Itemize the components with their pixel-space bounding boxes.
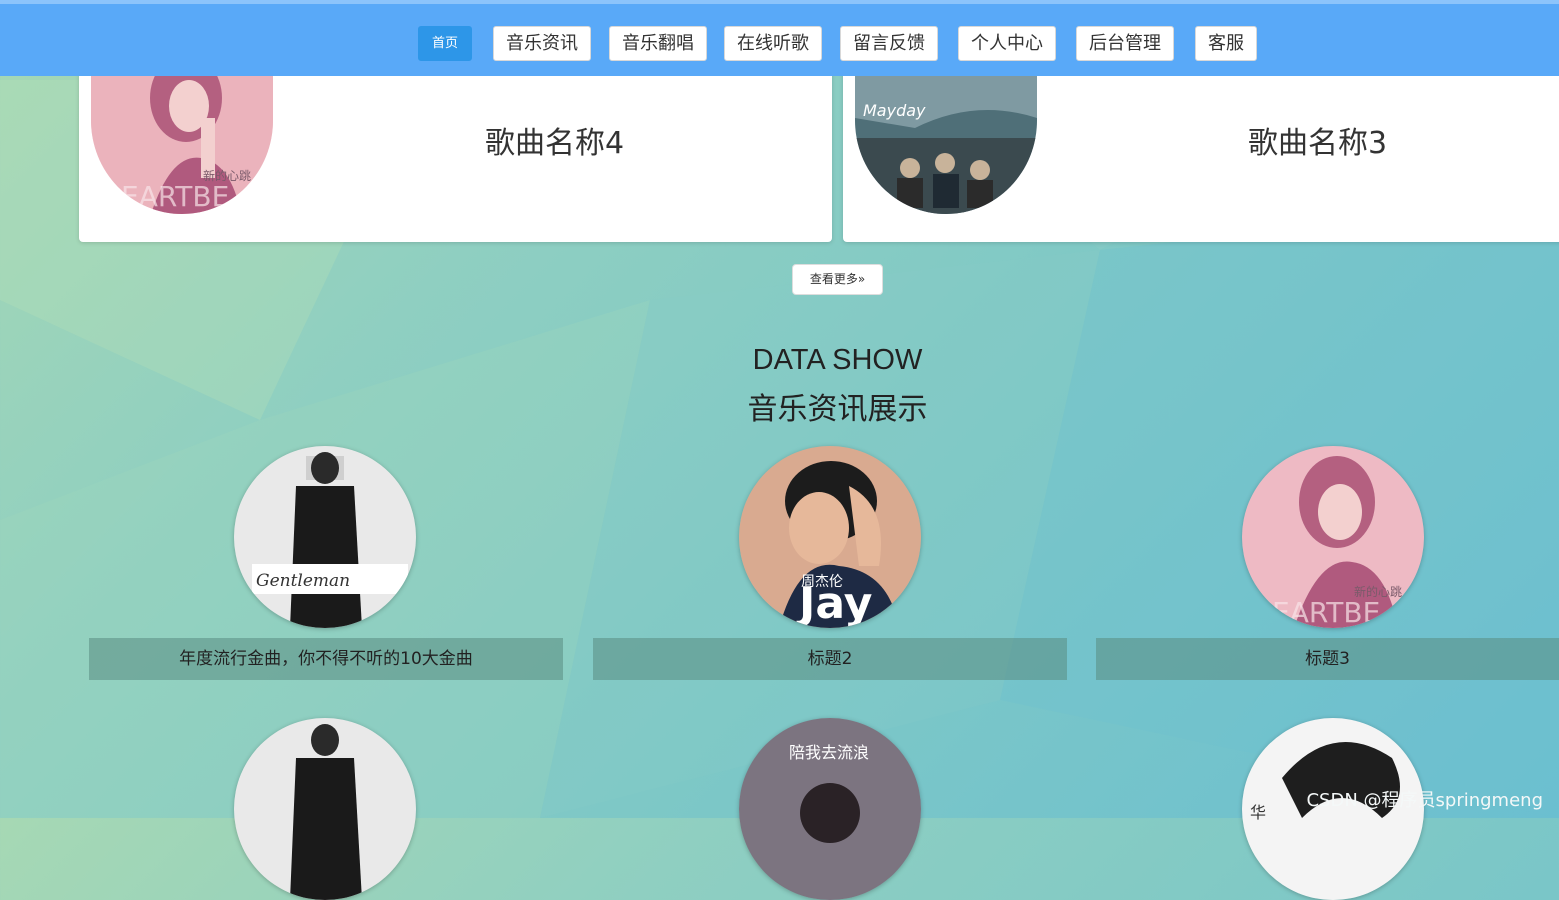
nav-menu: 首页 音乐资讯 音乐翻唱 在线听歌 留言反馈 个人中心 后台管理 客服 bbox=[0, 4, 1559, 80]
cover-letters: EARTBE bbox=[121, 180, 229, 213]
song-card[interactable]: 新的心跳 EARTBE 歌曲名称4 bbox=[79, 58, 832, 242]
cover-caption: 陪我去流浪 bbox=[789, 743, 869, 762]
nav-online-listen[interactable]: 在线听歌 bbox=[724, 26, 822, 61]
song-cover: Mayday bbox=[855, 58, 1037, 214]
news-cover[interactable]: Gentleman bbox=[234, 446, 416, 628]
news-caption[interactable]: 标题2 bbox=[593, 638, 1067, 680]
nav-customer-service[interactable]: 客服 bbox=[1195, 26, 1257, 61]
song-title[interactable]: 歌曲名称4 bbox=[485, 118, 624, 162]
top-navigation-bar: 首页 音乐资讯 音乐翻唱 在线听歌 留言反馈 个人中心 后台管理 客服 bbox=[0, 0, 1559, 76]
news-cover[interactable]: Jay 周杰伦 bbox=[739, 446, 921, 628]
news-cover[interactable] bbox=[234, 718, 416, 900]
song-card[interactable]: Mayday 歌曲名称3 bbox=[843, 58, 1559, 242]
view-more-button[interactable]: 查看更多» bbox=[792, 264, 883, 295]
watermark: CSDN @程序员springmeng bbox=[1306, 790, 1543, 811]
song-title[interactable]: 歌曲名称3 bbox=[1248, 118, 1387, 162]
nav-home[interactable]: 首页 bbox=[418, 26, 472, 61]
news-caption[interactable]: 年度流行金曲，你不得不听的10大金曲 bbox=[89, 638, 563, 680]
section-title-en: DATA SHOW bbox=[752, 344, 923, 376]
nav-music-cover[interactable]: 音乐翻唱 bbox=[609, 26, 707, 61]
section-title-cn: 音乐资讯展示 bbox=[747, 392, 928, 427]
cover-caption: Mayday bbox=[863, 101, 926, 120]
cover-caption: Gentleman bbox=[256, 571, 350, 591]
cover-caption: 华 bbox=[1250, 803, 1266, 822]
nav-user-center[interactable]: 个人中心 bbox=[958, 26, 1056, 61]
nav-admin[interactable]: 后台管理 bbox=[1076, 26, 1174, 61]
news-cover[interactable]: 新的心跳 EARTBE bbox=[1242, 446, 1424, 628]
nav-music-news[interactable]: 音乐资讯 bbox=[493, 26, 591, 61]
song-cover: 新的心跳 EARTBE bbox=[91, 58, 273, 214]
news-cover[interactable]: 陪我去流浪 bbox=[739, 718, 921, 900]
news-caption[interactable]: 标题3 bbox=[1096, 638, 1559, 680]
nav-feedback[interactable]: 留言反馈 bbox=[840, 26, 938, 61]
cover-subtitle: 周杰伦 bbox=[801, 574, 843, 590]
